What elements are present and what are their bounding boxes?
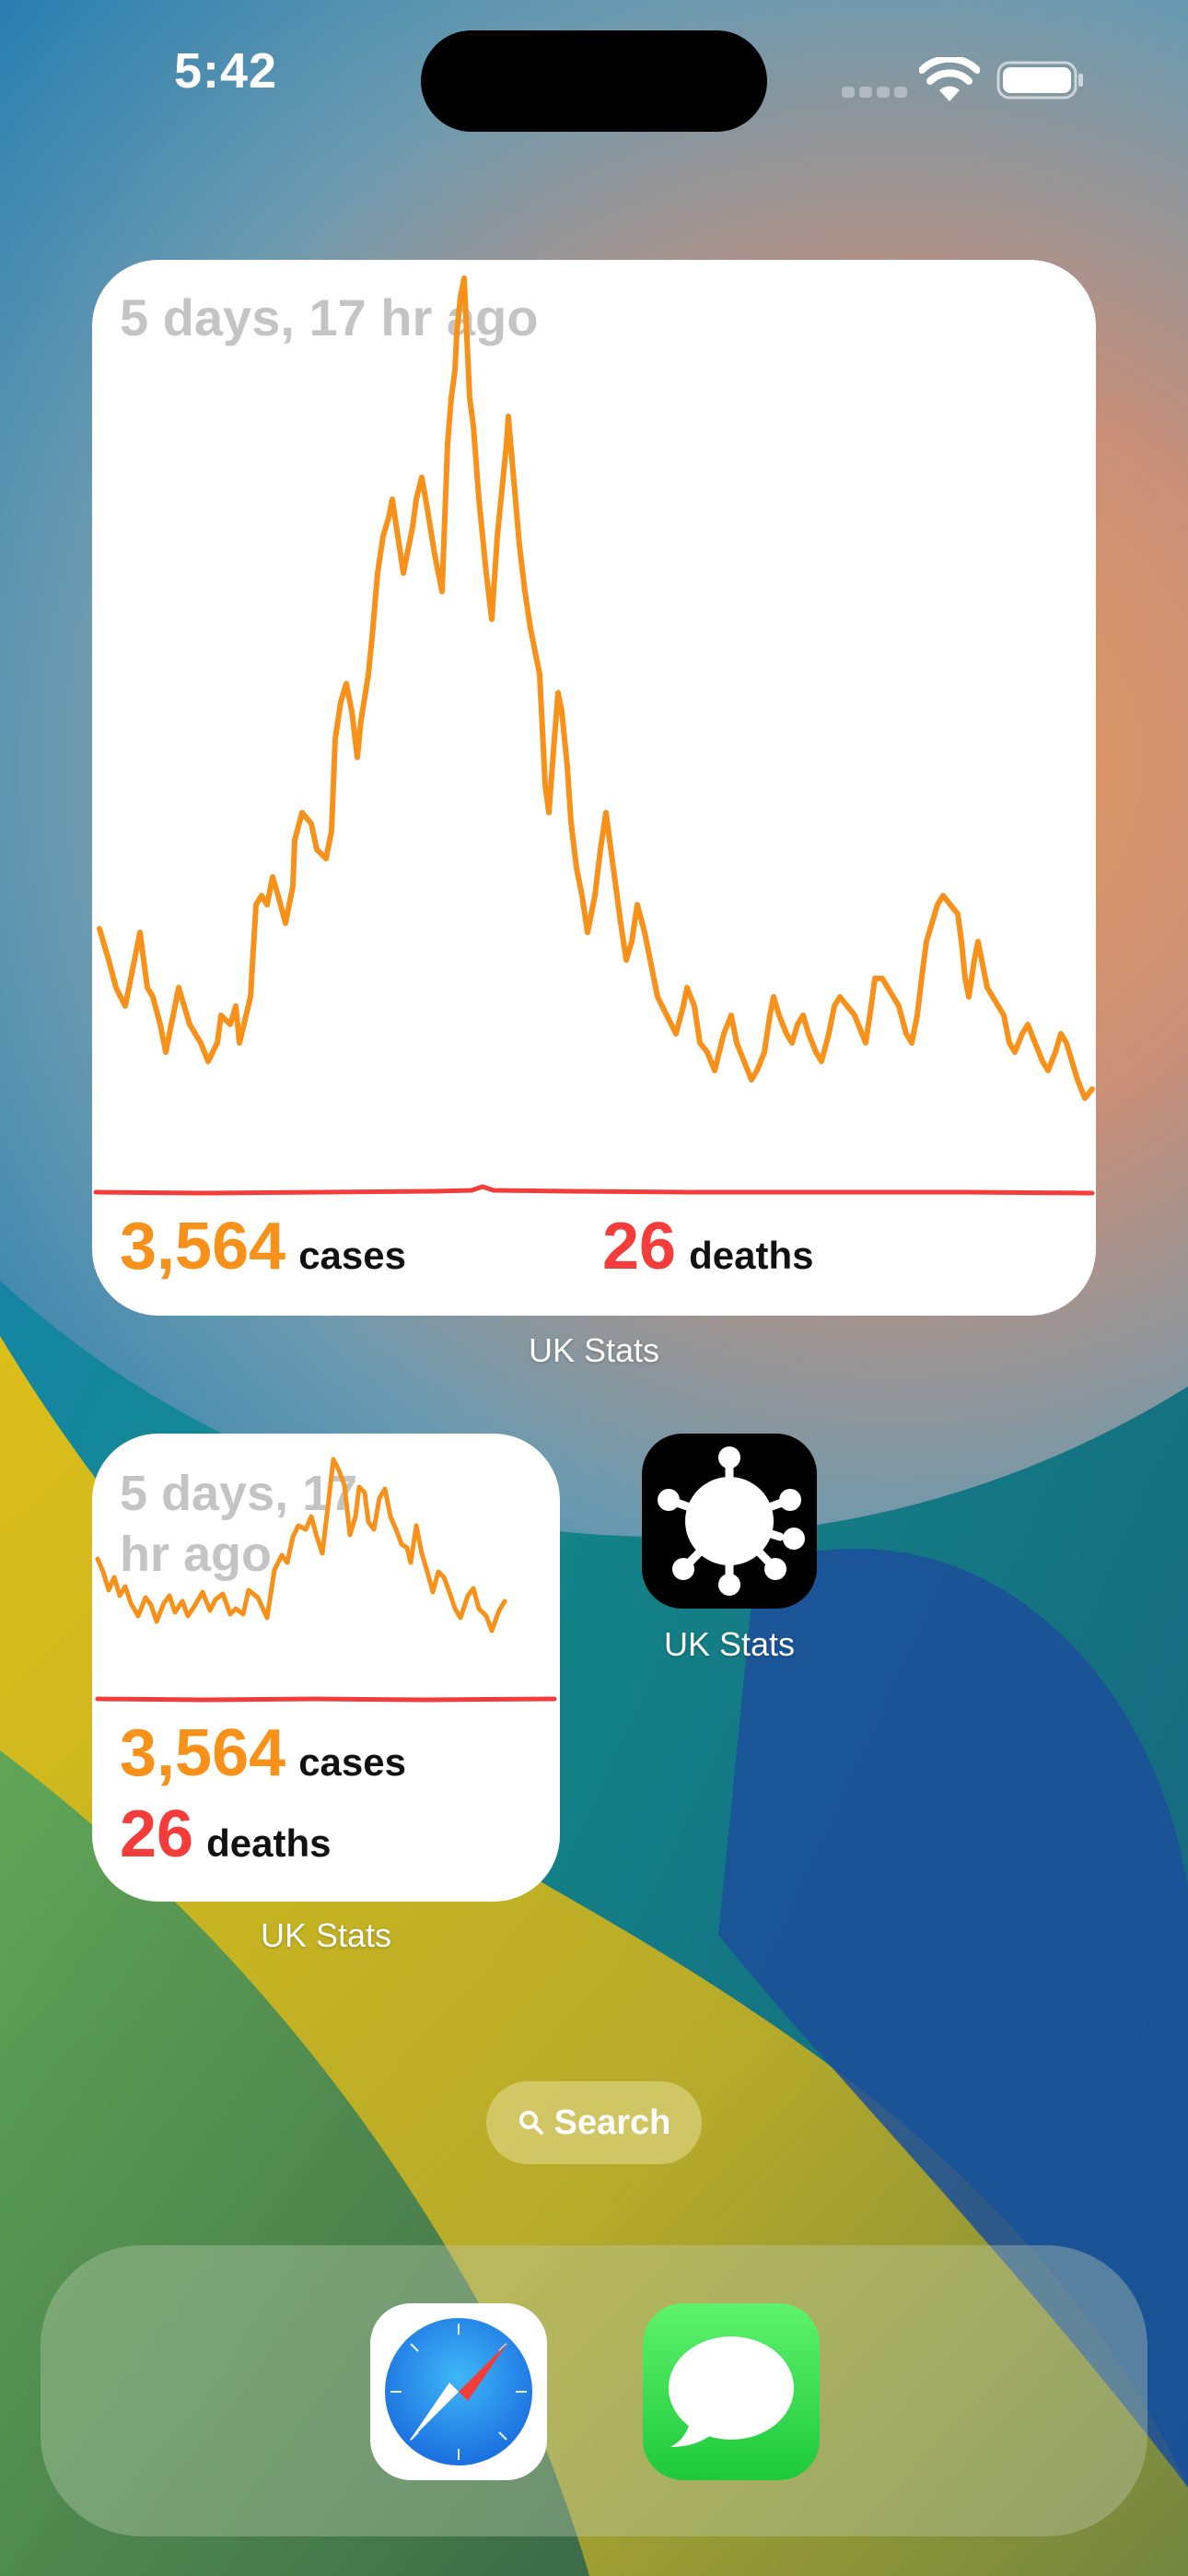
cases-line: [97, 275, 1095, 1101]
deaths-line: [93, 1184, 1095, 1196]
small-widget-label: UK Stats: [260, 1916, 392, 1954]
uk-stats-small-widget[interactable]: 5 days, 17 hr ago 3,564 cases 26 deaths: [92, 1434, 560, 1902]
cases-trend-chart: [93, 275, 1095, 1196]
messages-app-icon[interactable]: [643, 2303, 820, 2480]
dynamic-island: [421, 30, 767, 132]
magnifier-icon: [518, 2111, 543, 2135]
uk-stats-large-widget[interactable]: 5 days, 17 hr ago 3,564 cases 26 deaths: [92, 260, 1096, 1316]
dock: [41, 2245, 1147, 2536]
cellular-signal-icon: [842, 85, 907, 98]
uk-stats-app-icon[interactable]: [642, 1434, 817, 1609]
app-icon-label: UK Stats: [663, 1625, 796, 1663]
home-search-button[interactable]: Search: [486, 2081, 702, 2164]
wifi-icon: [919, 57, 980, 101]
cases-trend-chart: [95, 1457, 557, 1703]
large-widget-label: UK Stats: [528, 1331, 660, 1369]
battery-icon: [996, 61, 1083, 100]
speech-bubble-icon: [669, 2336, 794, 2447]
safari-compass-icon: [385, 2318, 532, 2465]
status-time: 5:42: [173, 43, 278, 99]
deaths-line: [95, 1696, 557, 1703]
safari-app-icon[interactable]: [370, 2303, 547, 2480]
cases-line: [95, 1457, 507, 1633]
virus-icon: [658, 1446, 805, 1596]
search-label: Search: [553, 2102, 671, 2142]
